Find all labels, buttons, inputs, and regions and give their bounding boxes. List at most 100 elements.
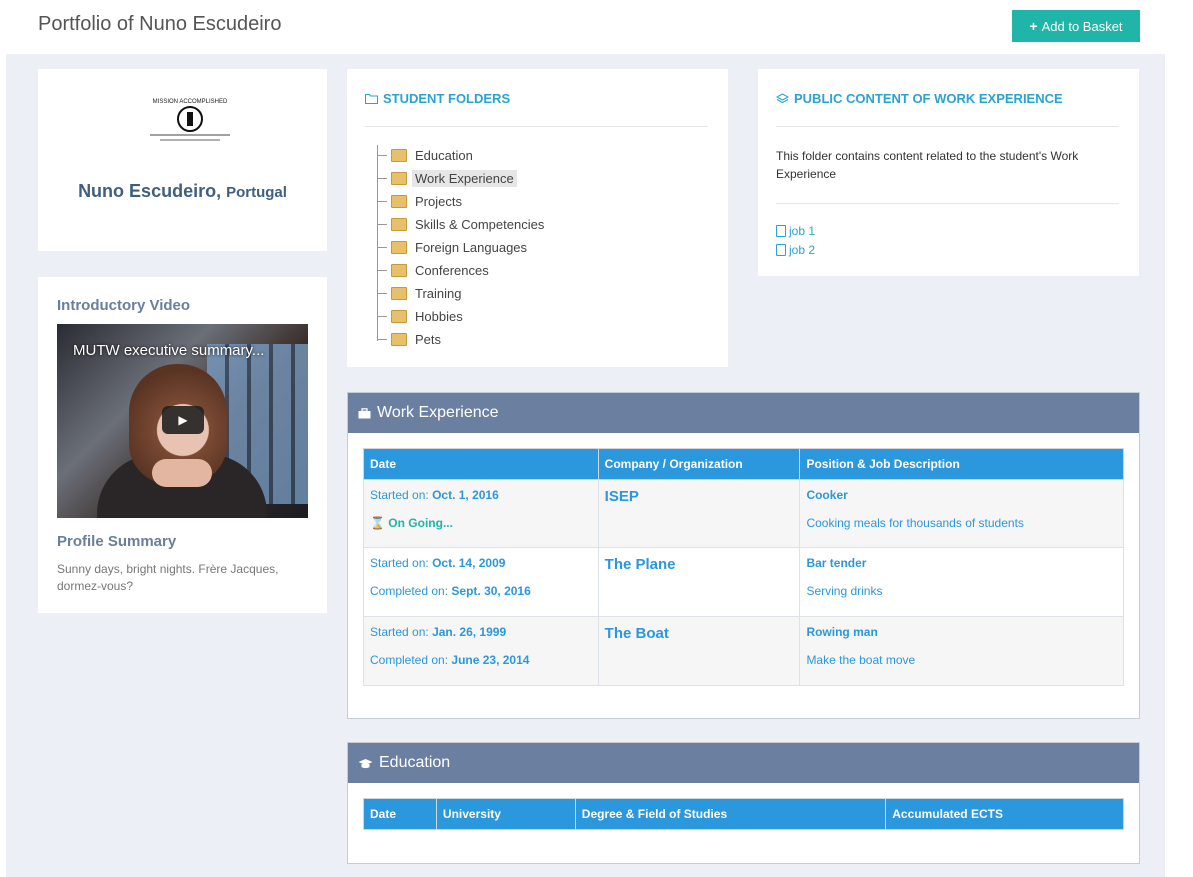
position-description: Serving drinks bbox=[806, 584, 883, 598]
summary-heading: Profile Summary bbox=[57, 533, 177, 550]
folder-icon bbox=[391, 217, 407, 231]
folder-item-education[interactable]: Education bbox=[377, 145, 476, 165]
education-title: Education bbox=[379, 754, 451, 771]
started-date: Oct. 14, 2009 bbox=[432, 556, 506, 570]
student-folders-heading: STUDENT FOLDERS bbox=[365, 91, 510, 106]
public-content-card: PUBLIC CONTENT OF WORK EXPERIENCE This f… bbox=[758, 69, 1139, 276]
work-experience-title: Work Experience bbox=[377, 404, 499, 421]
company-name: The Boat bbox=[604, 625, 669, 642]
work-experience-table: Date Company / Organization Position & J… bbox=[363, 448, 1124, 686]
position-cell: Cooker Cooking meals for thousands of st… bbox=[799, 479, 1124, 548]
position-cell: Rowing man Make the boat move bbox=[799, 616, 1124, 686]
svg-text:MISSION ACCOMPLISHED: MISSION ACCOMPLISHED bbox=[153, 99, 228, 105]
student-folders-title: STUDENT FOLDERS bbox=[383, 91, 511, 106]
tree-connector bbox=[377, 154, 387, 156]
position-title: Cooker bbox=[806, 488, 848, 502]
video-title: MUTW executive summary... bbox=[73, 342, 265, 359]
folder-label: Projects bbox=[415, 193, 462, 209]
date-cell: Started on: Jan. 26, 1999 Completed on: … bbox=[363, 616, 599, 686]
graduation-cap-icon bbox=[358, 758, 373, 768]
briefcase-icon bbox=[358, 407, 371, 418]
tree-connector bbox=[377, 292, 387, 294]
folder-item-skills[interactable]: Skills & Competencies bbox=[377, 214, 547, 234]
folder-item-pets[interactable]: Pets bbox=[377, 329, 444, 349]
folder-icon bbox=[391, 148, 407, 162]
public-content-title: PUBLIC CONTENT OF WORK EXPERIENCE bbox=[794, 91, 1063, 106]
education-panel: Education Date University Degree & Field… bbox=[347, 742, 1140, 864]
video-person-hands bbox=[152, 459, 212, 487]
divider bbox=[365, 126, 708, 127]
hourglass-icon: ⌛ bbox=[370, 516, 385, 530]
play-button-icon[interactable]: ▶ bbox=[162, 406, 204, 434]
divider bbox=[776, 126, 1119, 127]
ongoing-label: On Going... bbox=[388, 516, 453, 530]
column-header-degree: Degree & Field of Studies bbox=[574, 798, 887, 830]
completed-label: Completed on: bbox=[370, 653, 449, 667]
completed-line: Completed on: Sept. 30, 2016 bbox=[370, 584, 592, 612]
tree-connector bbox=[377, 338, 387, 340]
tree-connector bbox=[377, 315, 387, 317]
started-line: Started on: Jan. 26, 1999 bbox=[370, 625, 592, 653]
folder-item-conferences[interactable]: Conferences bbox=[377, 260, 492, 280]
profile-name: Nuno Escudeiro, Portugal bbox=[38, 181, 327, 202]
completed-line: Completed on: June 23, 2014 bbox=[370, 653, 592, 681]
company-cell: The Plane bbox=[597, 547, 801, 617]
position-description: Cooking meals for thousands of students bbox=[806, 516, 1024, 530]
video-player[interactable]: MUTW executive summary... ▶ bbox=[57, 324, 308, 518]
position-title: Rowing man bbox=[806, 625, 878, 639]
started-line: Started on: Oct. 1, 2016 bbox=[370, 488, 592, 516]
company-name: ISEP bbox=[604, 488, 639, 505]
folder-item-projects[interactable]: Projects bbox=[377, 191, 465, 211]
tree-connector bbox=[377, 223, 387, 225]
ongoing-status: ⌛ On Going... bbox=[370, 516, 592, 544]
folder-icon bbox=[391, 263, 407, 277]
page-title: Portfolio of Nuno Escudeiro bbox=[38, 13, 282, 35]
student-folders-card: STUDENT FOLDERS Education Work Experienc… bbox=[347, 69, 728, 367]
folder-item-training[interactable]: Training bbox=[377, 283, 464, 303]
completed-label: Completed on: bbox=[370, 584, 449, 598]
education-header: Education bbox=[348, 743, 1139, 783]
started-date: Jan. 26, 1999 bbox=[432, 625, 507, 639]
folder-label: Skills & Competencies bbox=[415, 216, 545, 232]
started-label: Started on: bbox=[370, 625, 429, 639]
completed-date: Sept. 30, 2016 bbox=[451, 584, 531, 598]
add-to-basket-label: Add to Basket bbox=[1041, 18, 1123, 34]
folder-label: Foreign Languages bbox=[415, 239, 528, 255]
folder-icon bbox=[391, 240, 407, 254]
tree-connector bbox=[377, 200, 387, 202]
tree-connector bbox=[377, 177, 387, 179]
work-experience-header: Work Experience bbox=[348, 393, 1139, 433]
file-link-job-2[interactable]: job 2 bbox=[776, 243, 815, 257]
work-experience-panel: Work Experience Date Company / Organizat… bbox=[347, 392, 1140, 719]
date-cell: Started on: Oct. 1, 2016 ⌛ On Going... bbox=[363, 479, 599, 548]
position-title: Bar tender bbox=[806, 556, 867, 570]
company-cell: ISEP bbox=[597, 479, 801, 548]
position-description: Make the boat move bbox=[806, 653, 916, 667]
add-to-basket-button[interactable]: + Add to Basket bbox=[1012, 10, 1140, 42]
folder-item-foreign-languages[interactable]: Foreign Languages bbox=[377, 237, 530, 257]
file-link-label: job 1 bbox=[789, 224, 816, 238]
file-icon bbox=[776, 244, 786, 256]
file-link-label: job 2 bbox=[789, 243, 816, 257]
video-heading: Introductory Video bbox=[57, 297, 191, 314]
folder-icon bbox=[391, 309, 407, 323]
student-name: Nuno Escudeiro, bbox=[78, 181, 222, 201]
divider bbox=[776, 203, 1119, 204]
folder-label: Training bbox=[415, 285, 462, 301]
column-header-ects: Accumulated ECTS bbox=[885, 798, 1124, 830]
table-header-row: Date Company / Organization Position & J… bbox=[363, 448, 1124, 480]
column-header-company: Company / Organization bbox=[597, 448, 801, 480]
started-label: Started on: bbox=[370, 556, 429, 570]
profile-logo: MISSION ACCOMPLISHED bbox=[150, 99, 230, 141]
summary-text: Sunny days, bright nights. Frère Jacques… bbox=[57, 562, 279, 593]
completed-date: June 23, 2014 bbox=[451, 653, 530, 667]
folder-item-work-experience[interactable]: Work Experience bbox=[377, 168, 517, 188]
file-link-job-1[interactable]: job 1 bbox=[776, 224, 815, 238]
folder-icon bbox=[391, 332, 407, 346]
folder-icon bbox=[391, 286, 407, 300]
folder-item-hobbies[interactable]: Hobbies bbox=[377, 306, 466, 326]
started-line: Started on: Oct. 14, 2009 bbox=[370, 556, 592, 584]
education-table: Date University Degree & Field of Studie… bbox=[363, 798, 1124, 830]
public-content-heading: PUBLIC CONTENT OF WORK EXPERIENCE bbox=[776, 91, 1063, 106]
folder-label: Work Experience bbox=[412, 169, 517, 187]
